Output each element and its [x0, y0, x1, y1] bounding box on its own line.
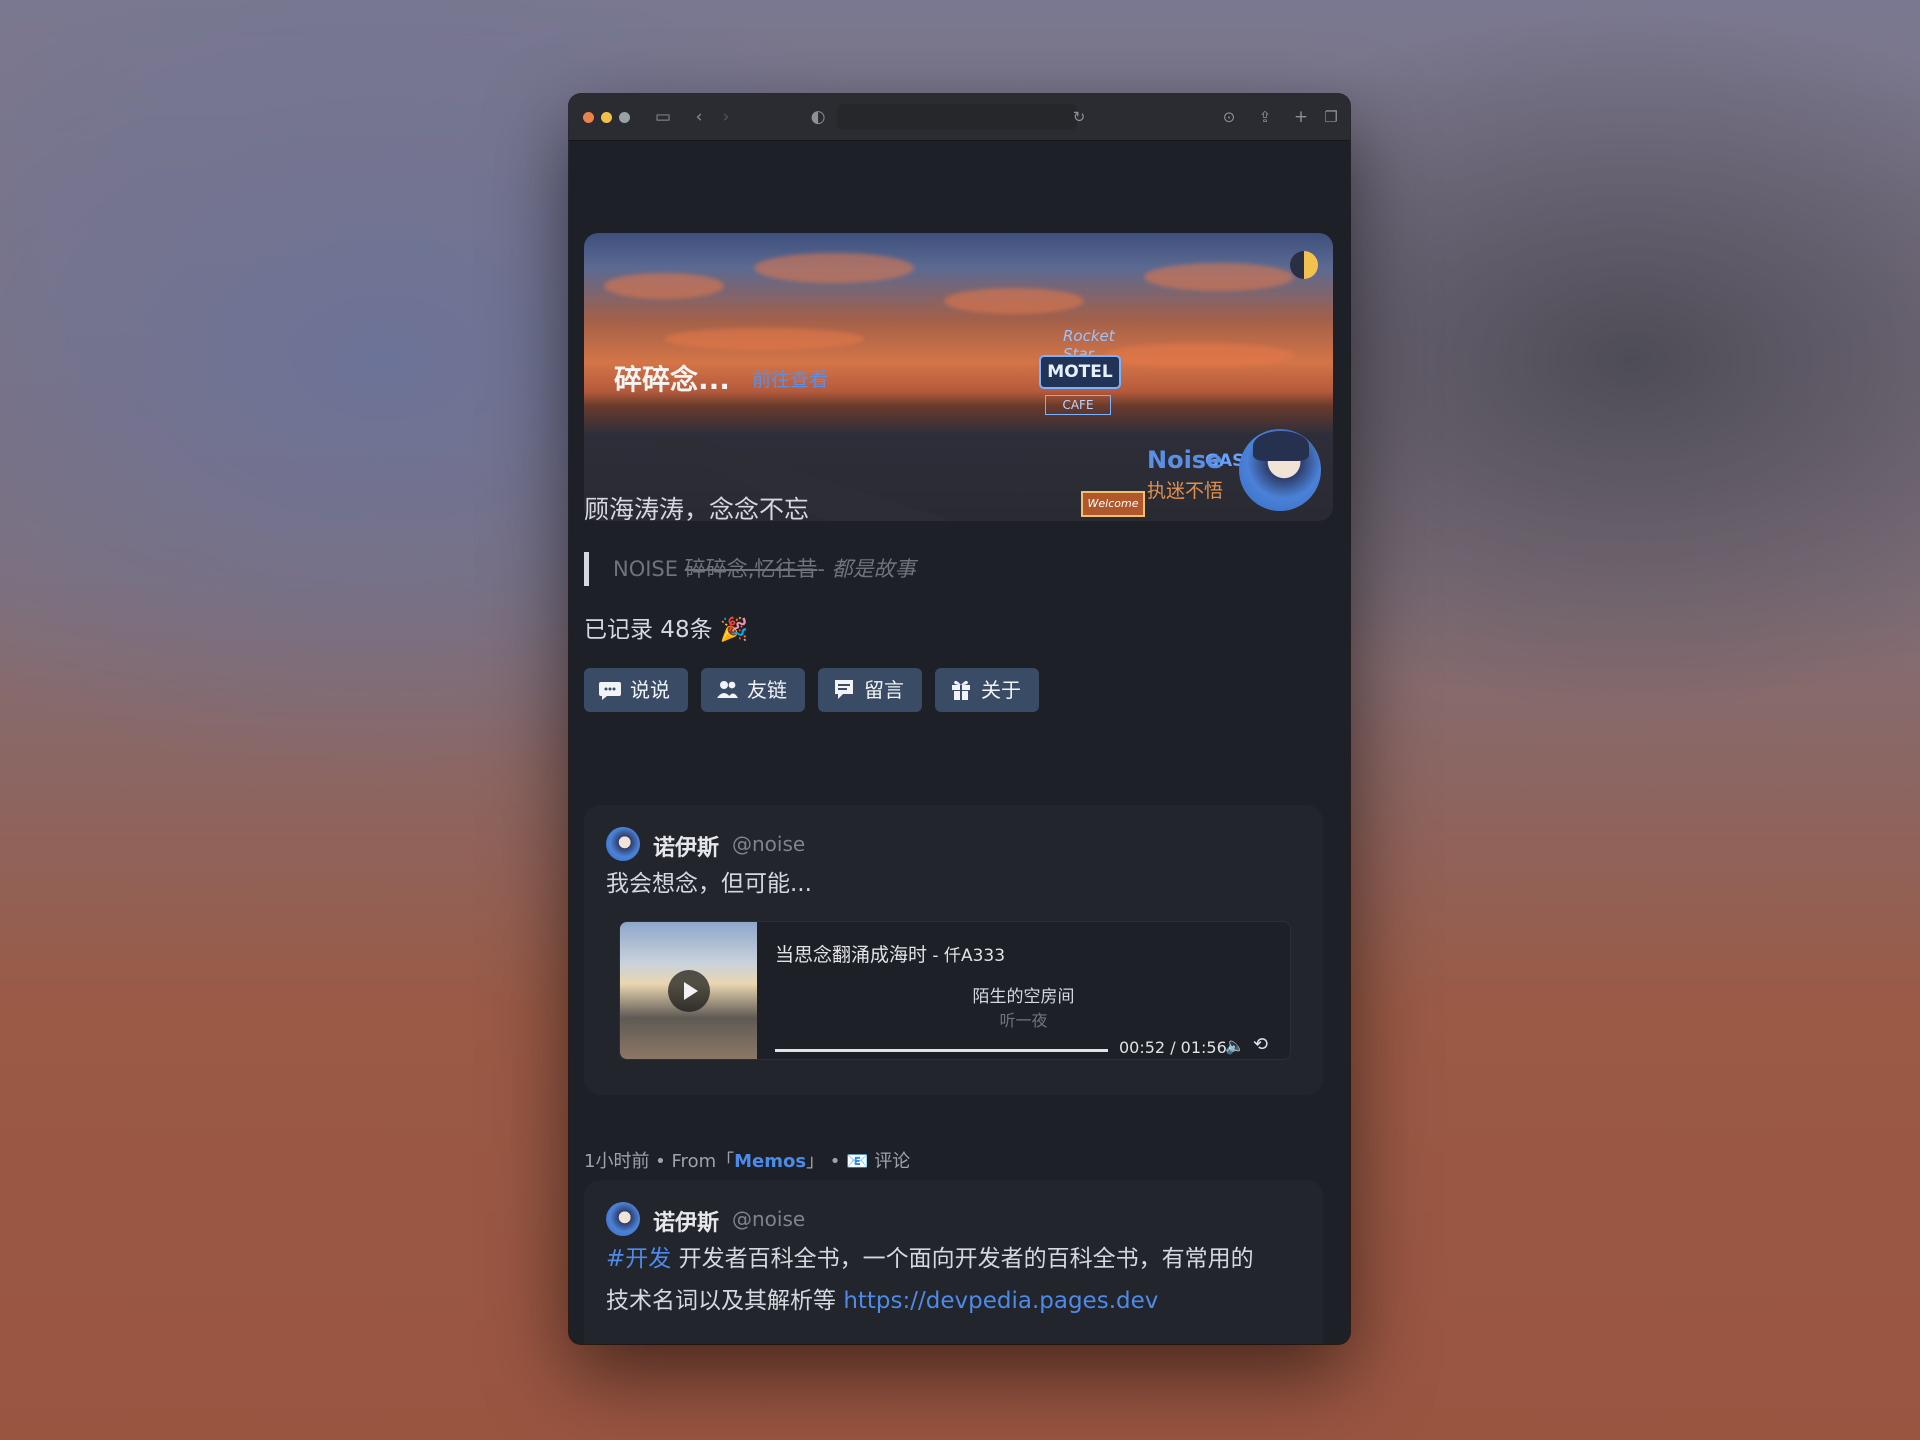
post-text-line1: 开发者百科全书，一个面向开发者的百科全书，有常用的: [671, 1246, 1254, 1272]
banner-cloud: [664, 328, 864, 350]
banner-view-link[interactable]: 前往查看: [752, 365, 828, 392]
post-avatar[interactable]: [606, 1202, 640, 1236]
users-icon: [717, 681, 738, 698]
reload-icon[interactable]: ↻: [1068, 106, 1090, 128]
nav-button-friends[interactable]: 友链: [701, 668, 805, 712]
message-icon: [835, 680, 853, 699]
gift-icon: [952, 680, 970, 700]
post-link[interactable]: https://devpedia.pages.dev: [843, 1288, 1158, 1314]
from-prefix: • From「: [649, 1151, 735, 1172]
music-player: 当思念翻涌成海时 - 仟A333 陌生的空房间 听一夜 00:52 / 01:5…: [619, 921, 1291, 1060]
quote-dash: -: [817, 557, 832, 581]
download-icon[interactable]: ⊙: [1218, 106, 1240, 128]
site-tagline: 顾海涛涛，念念不忘: [584, 495, 810, 524]
quote-struck-text: 碎碎念,忆往昔: [684, 557, 818, 581]
comment-link[interactable]: • 📧 评论: [824, 1151, 910, 1172]
post-tag[interactable]: #开发: [606, 1246, 671, 1272]
browser-window: ▭ ‹ › ◐ ↻ ⊙ ⇪ + ❐ Rocket Star MOTEL CAFE…: [569, 94, 1350, 1344]
nav-label: 留言: [864, 678, 904, 702]
close-window-button[interactable]: [583, 112, 594, 123]
song-title: 当思念翻涌成海时: [775, 944, 928, 966]
tab-overview-icon[interactable]: ❐: [1320, 106, 1342, 128]
memo-card: 诺伊斯 @noise 我会想念，但可能... 当思念翻涌成海时 - 仟A333 …: [584, 805, 1323, 1095]
blockquote: NOISE 碎碎念,忆往昔- 都是故事: [584, 552, 916, 586]
nav-label: 说说: [630, 678, 670, 702]
author-name: Noise: [1147, 446, 1223, 474]
author-avatar[interactable]: [1239, 429, 1321, 511]
browser-toolbar: ▭ ‹ › ◐ ↻ ⊙ ⇪ + ❐: [569, 94, 1350, 141]
minimize-window-button[interactable]: [601, 112, 612, 123]
song-artist: - 仟A333: [927, 946, 1006, 966]
author-subtitle: 执迷不悟: [1147, 480, 1224, 502]
back-icon[interactable]: ‹: [688, 106, 710, 128]
nav-label: 关于: [981, 678, 1021, 702]
post-author-handle[interactable]: @noise: [732, 1207, 805, 1231]
zoom-window-button[interactable]: [619, 112, 630, 123]
address-bar[interactable]: [837, 104, 1077, 130]
post-text-line2: 技术名词以及其解析等: [606, 1288, 844, 1314]
avatar-hair: [1253, 431, 1309, 461]
post-author-handle[interactable]: @noise: [732, 832, 805, 856]
quote-prefix: NOISE: [613, 557, 685, 581]
from-suffix: 」: [806, 1151, 825, 1172]
chat-bubble-icon: [599, 682, 621, 700]
motel-text: MOTEL: [1039, 355, 1121, 389]
new-tab-icon[interactable]: +: [1290, 106, 1312, 128]
memo-card: 诺伊斯 @noise #开发 开发者百科全书，一个面向开发者的百科全书，有常用的…: [584, 1180, 1323, 1344]
post-text: 我会想念，但可能...: [606, 871, 812, 897]
banner-cloud: [1104, 343, 1294, 367]
privacy-shield-icon[interactable]: ◐: [807, 106, 829, 128]
volume-icon[interactable]: 🔈: [1225, 1036, 1245, 1055]
welcome-sign: Welcome: [1081, 491, 1145, 517]
sidebar-toggle-icon[interactable]: ▭: [652, 106, 674, 128]
nav-button-guestbook[interactable]: 留言: [818, 668, 922, 712]
source-link[interactable]: Memos: [734, 1151, 806, 1172]
post-author-name[interactable]: 诺伊斯: [653, 830, 719, 862]
quote-italic-text: 都是故事: [831, 557, 916, 581]
banner-cloud: [754, 253, 914, 283]
theme-toggle-moon-icon[interactable]: [1290, 251, 1318, 279]
banner-cloud: [604, 273, 724, 299]
motel-sign: Rocket Star MOTEL CAFE: [1039, 327, 1121, 473]
post-avatar[interactable]: [606, 827, 640, 861]
album-cover: [620, 922, 757, 1059]
banner-cloud: [944, 288, 1084, 314]
banner-title: 碎碎念...: [614, 363, 730, 396]
cafe-text: CAFE: [1045, 395, 1111, 415]
post-text: #开发 开发者百科全书，一个面向开发者的百科全书，有常用的 技术名词以及其解析等 …: [606, 1238, 1306, 1322]
nav-button-talk[interactable]: 说说: [584, 668, 688, 712]
post-time: 1小时前: [584, 1151, 650, 1172]
page-content: Rocket Star MOTEL CAFE GAS Welcome 碎碎念..…: [569, 140, 1350, 1344]
forward-icon[interactable]: ›: [715, 106, 737, 128]
play-button[interactable]: [668, 970, 710, 1012]
playback-time: 00:52 / 01:56: [1119, 1038, 1227, 1057]
progress-bar[interactable]: [775, 1049, 1108, 1052]
lyric-next: 听一夜: [999, 1011, 1048, 1030]
loop-icon[interactable]: ⟲: [1253, 1034, 1268, 1055]
post-meta: 1小时前 • From「Memos」 • 📧 评论: [584, 1147, 910, 1173]
post-author-name[interactable]: 诺伊斯: [653, 1205, 719, 1237]
record-count: 已记录 48条 🎉: [584, 617, 749, 643]
lyric-current: 陌生的空房间: [972, 987, 1075, 1007]
nav-label: 友链: [747, 678, 787, 702]
song-info: 当思念翻涌成海时 - 仟A333: [775, 940, 1005, 967]
nav-button-about[interactable]: 关于: [935, 668, 1039, 712]
share-icon[interactable]: ⇪: [1254, 106, 1276, 128]
banner-cloud: [1144, 263, 1294, 291]
